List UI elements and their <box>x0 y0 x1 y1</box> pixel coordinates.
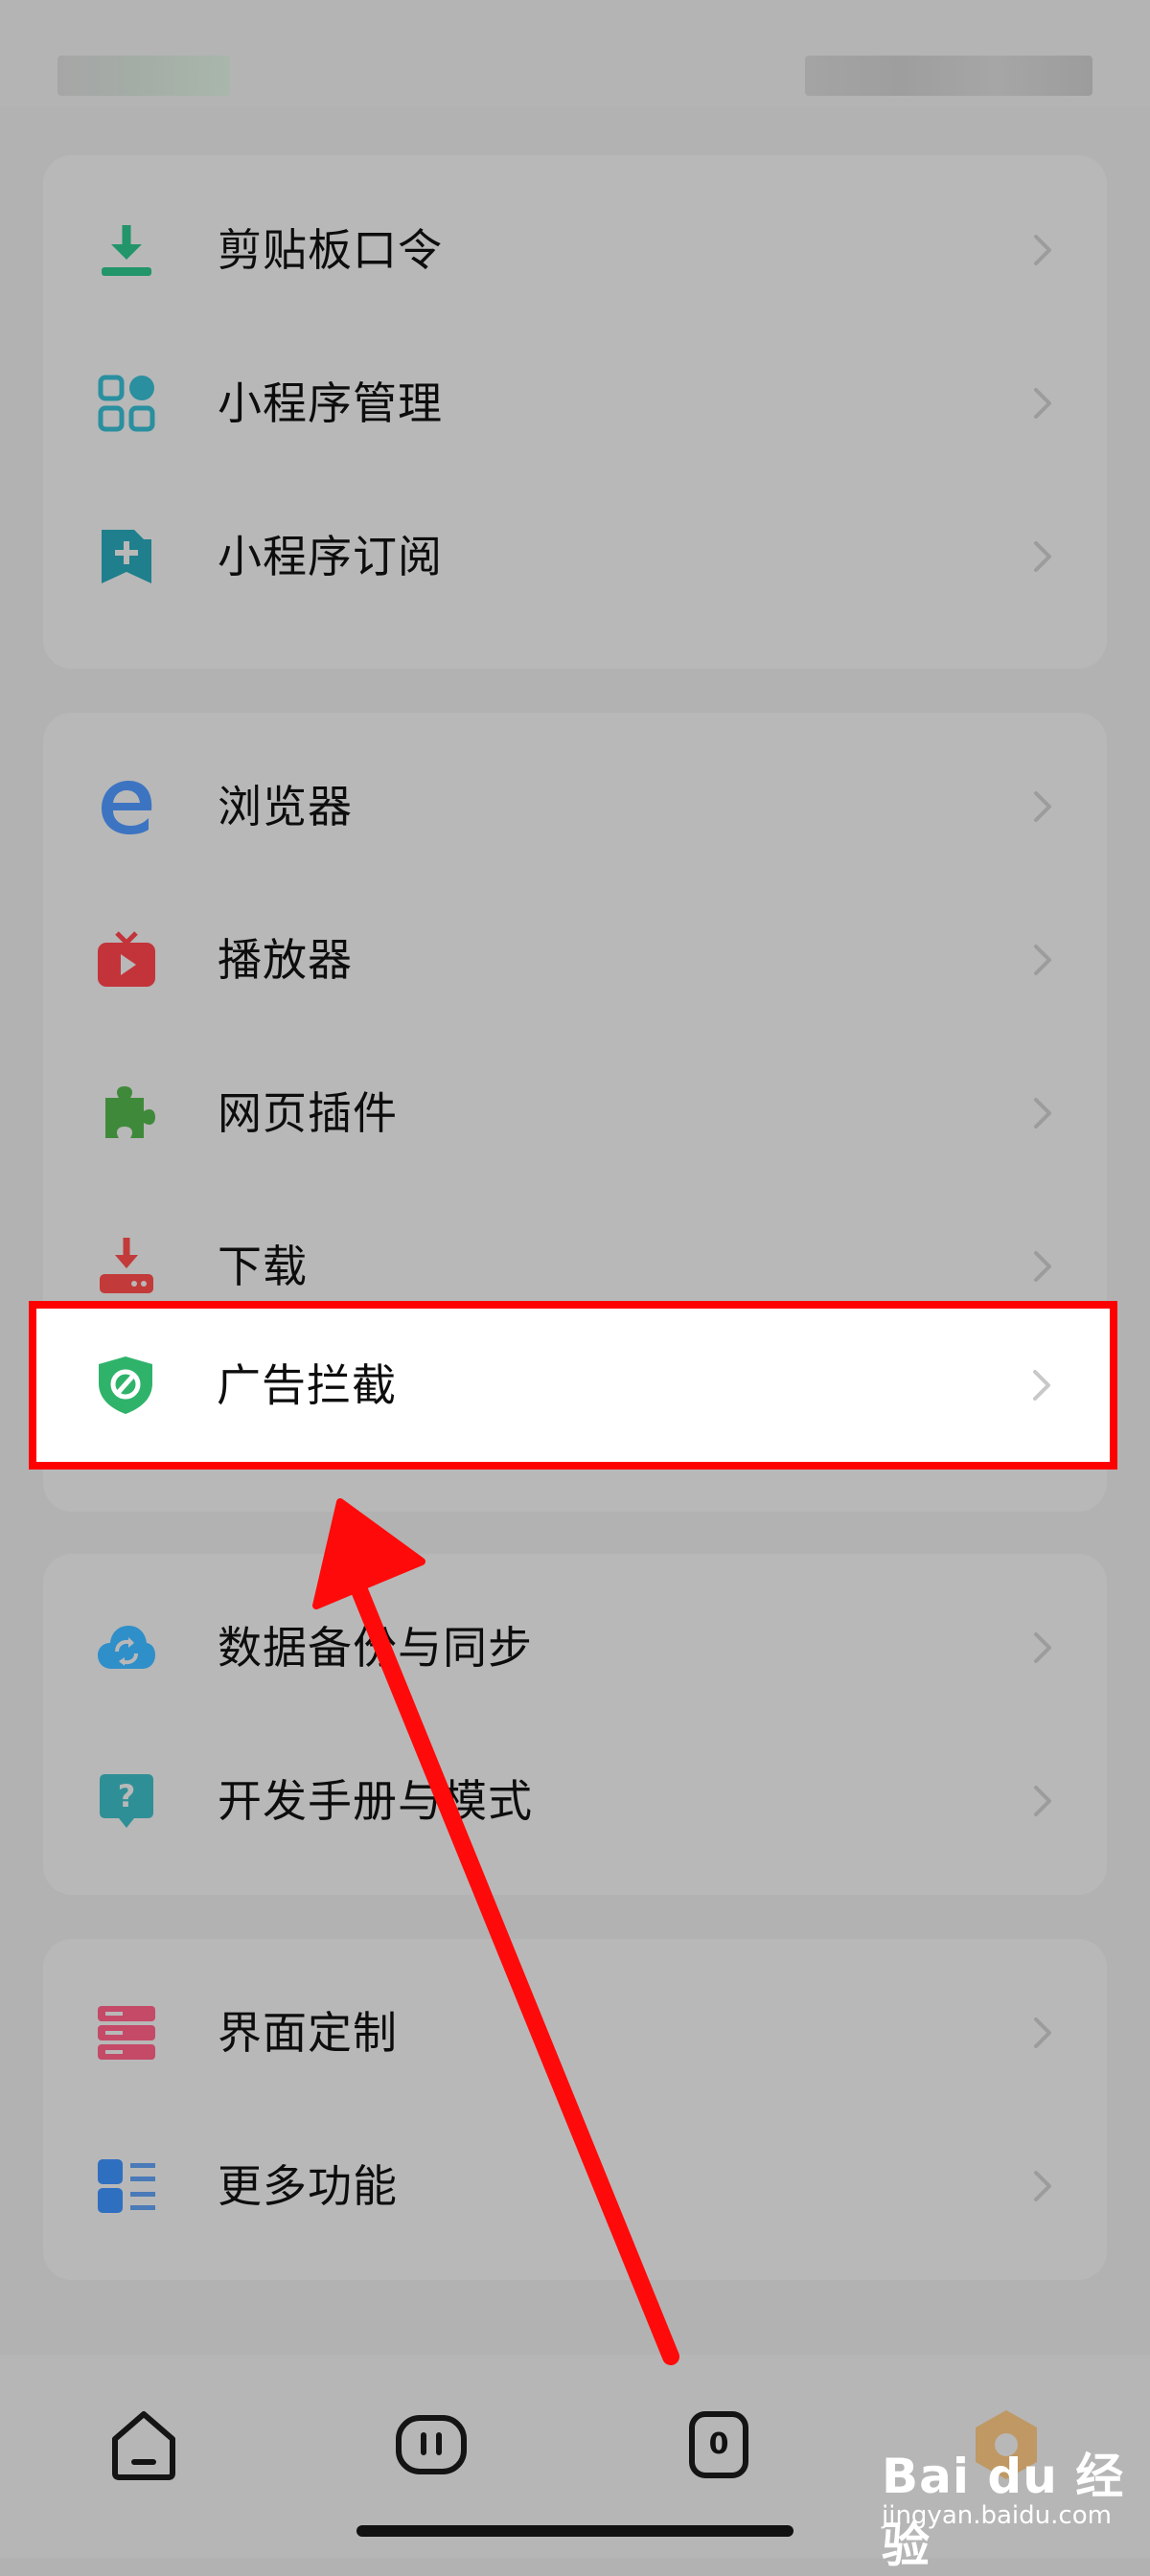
puzzle-icon <box>96 1083 157 1144</box>
menu-item-browser[interactable]: 浏览器 <box>43 730 1107 883</box>
home-indicator <box>356 2525 794 2537</box>
layout-custom-icon <box>96 2002 157 2063</box>
menu-item-label: 播放器 <box>218 934 353 986</box>
menu-item-dev-manual[interactable]: ? 开发手册与模式 <box>43 1724 1107 1878</box>
chevron-right-icon <box>1023 2014 1061 2052</box>
menu-item-label: 广告拦截 <box>217 1359 397 1411</box>
chevron-right-icon <box>1023 537 1061 576</box>
chevron-right-icon <box>1023 384 1061 422</box>
menu-item-label: 浏览器 <box>218 781 353 832</box>
nav-home-button[interactable] <box>104 2405 184 2485</box>
menu-item-player[interactable]: 播放器 <box>43 883 1107 1037</box>
apps-grid-icon <box>96 373 157 434</box>
tabs-count: 0 <box>708 2428 729 2461</box>
highlight-box: 广告拦截 <box>29 1301 1117 1470</box>
nav-menu-button[interactable] <box>391 2405 472 2485</box>
chevron-right-icon <box>1023 231 1061 269</box>
menu-item-label: 界面定制 <box>218 2007 398 2059</box>
menu-item-label: 开发手册与模式 <box>218 1775 533 1827</box>
bookmark-plus-icon <box>96 526 157 587</box>
menu-group-3: 数据备份与同步 ? 开发手册与模式 <box>43 1554 1107 1895</box>
watermark: Bai du 经验 jingyan.baidu.com <box>882 2438 1131 2573</box>
download-icon <box>96 1236 157 1297</box>
menu-item-backup-sync[interactable]: 数据备份与同步 <box>43 1571 1107 1724</box>
nav-tabs-button[interactable]: 0 <box>678 2405 759 2485</box>
shield-block-icon <box>95 1355 156 1416</box>
menu-group-4: 界面定制 更多功能 <box>43 1939 1107 2280</box>
menu-item-miniprogram-subscribe[interactable]: 小程序订阅 <box>43 480 1107 633</box>
help-bubble-icon: ? <box>96 1770 157 1832</box>
menu-item-label: 小程序订阅 <box>218 531 443 582</box>
menu-item-label: 数据备份与同步 <box>218 1622 533 1674</box>
tv-play-icon <box>96 929 157 991</box>
more-list-icon <box>96 2155 157 2217</box>
menu-item-more-features[interactable]: 更多功能 <box>43 2109 1107 2263</box>
chevron-right-icon <box>1023 1782 1061 1820</box>
menu-item-web-plugins[interactable]: 网页插件 <box>43 1037 1107 1190</box>
chevron-right-icon <box>1023 941 1061 979</box>
cloud-sync-icon <box>96 1617 157 1678</box>
menu-item-clipboard[interactable]: 剪贴板口令 <box>43 173 1107 327</box>
chevron-right-icon <box>1023 1247 1061 1286</box>
home-icon <box>112 2411 175 2480</box>
chevron-right-icon <box>1023 787 1061 826</box>
clipboard-download-icon <box>96 219 157 281</box>
menu-item-label: 网页插件 <box>218 1087 398 1139</box>
chevron-right-icon <box>1022 1366 1060 1404</box>
status-bar <box>0 0 1150 107</box>
watermark-url: jingyan.baidu.com <box>882 2501 1112 2530</box>
menu-item-miniprogram-manage[interactable]: 小程序管理 <box>43 327 1107 480</box>
chevron-right-icon <box>1023 2167 1061 2205</box>
chevron-right-icon <box>1023 1094 1061 1132</box>
menu-icon <box>396 2415 467 2474</box>
menu-group-1: 剪贴板口令 小程序管理 小程序订阅 <box>43 155 1107 669</box>
svg-text:?: ? <box>118 1778 136 1814</box>
status-bar-left-blurred <box>58 56 230 96</box>
browser-e-icon <box>96 776 157 837</box>
chevron-right-icon <box>1023 1629 1061 1667</box>
menu-item-ad-block[interactable]: 广告拦截 <box>42 1309 1106 1462</box>
menu-item-label: 更多功能 <box>218 2160 398 2212</box>
status-bar-right-blurred <box>805 56 1092 96</box>
menu-item-label: 剪贴板口令 <box>218 224 443 276</box>
menu-item-ui-customize[interactable]: 界面定制 <box>43 1956 1107 2109</box>
menu-item-label: 小程序管理 <box>218 377 443 429</box>
